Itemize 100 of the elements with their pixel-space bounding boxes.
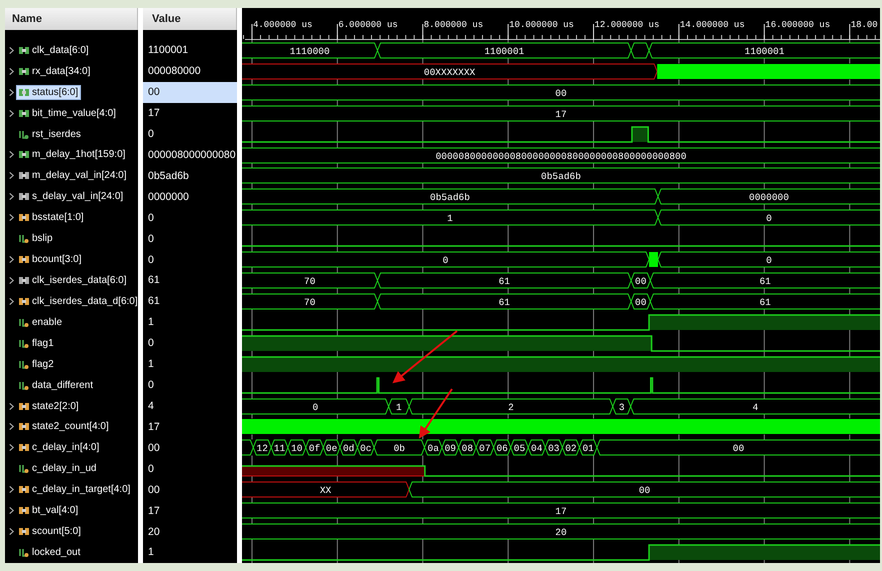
signal-value: 0: [147, 252, 155, 268]
wave-value: 00: [638, 485, 650, 496]
wave-value: 1: [396, 402, 402, 413]
wave-value: 70: [304, 296, 316, 308]
wave-value: 11: [274, 443, 286, 454]
signal-value: 0: [147, 462, 155, 477]
time-label: 8.000000 us: [424, 20, 484, 30]
signal-label: state2[2:0]: [32, 400, 79, 412]
wave-value: 2: [508, 402, 514, 413]
wave-value: 70: [304, 276, 316, 288]
signal-name[interactable]: data_different: [17, 378, 95, 392]
wave-value: XX: [320, 485, 332, 496]
signal-name[interactable]: m_delay_1hot[159:0]: [17, 148, 128, 162]
wave-value: 17: [555, 108, 567, 120]
wave-value: 0a: [428, 443, 439, 454]
signal-value: 0: [147, 210, 155, 226]
signal-value: 0: [147, 127, 155, 142]
wave-value: 61: [498, 296, 510, 308]
signal-name[interactable]: clk_data[6:0]: [17, 44, 91, 57]
signal-name[interactable]: flag1: [17, 336, 56, 350]
signal-value: 00: [147, 482, 161, 498]
signal-label: flag1: [32, 338, 54, 349]
signal-label: c_delay_in_ud: [32, 463, 96, 474]
signal-name[interactable]: clk_iserdes_data[6:0]: [17, 274, 129, 287]
signal-name[interactable]: bcount[3:0]: [17, 253, 84, 266]
wave-value: 08: [462, 443, 474, 454]
signal-label: enable: [32, 316, 62, 328]
signal-value: 000080000: [147, 64, 202, 80]
time-label: 4.000000 us: [253, 20, 312, 30]
time-label: 12.000000 us: [594, 20, 660, 30]
signal-value: 00: [143, 82, 237, 103]
signal-name[interactable]: bsstate[1:0]: [17, 211, 86, 224]
signal-value: 1: [147, 357, 155, 372]
wave-value: 00: [555, 88, 567, 99]
wave-value: 1: [447, 213, 453, 224]
signal-name[interactable]: bit_time_value[4:0]: [17, 106, 118, 120]
wave-value: 03: [548, 443, 560, 454]
signal-value: 0000000: [147, 190, 190, 205]
signal-name[interactable]: c_delay_in[4:0]: [17, 441, 102, 454]
signal-name[interactable]: locked_out: [17, 546, 82, 559]
signal-label: bit_time_value[4:0]: [32, 108, 116, 119]
signal-name[interactable]: scount[5:0]: [17, 525, 83, 538]
signal-value: 17: [147, 420, 161, 435]
wave-value: 00: [635, 276, 646, 288]
signal-label: clk_data[6:0]: [32, 44, 89, 56]
signal-name[interactable]: state2[2:0]: [17, 400, 81, 413]
signal-label: clk_iserdes_data[6:0]: [32, 274, 127, 286]
wave-value: 0d: [342, 443, 354, 454]
signal-label: bt_val[4:0]: [32, 505, 78, 516]
wave-value: 0: [766, 213, 772, 224]
signal-value: 0: [147, 336, 155, 352]
signal-label: status[6:0]: [32, 86, 78, 98]
wave-value: 0f: [308, 443, 320, 454]
value-column-header[interactable]: Value: [143, 8, 237, 30]
wave-value: 1100001: [744, 46, 784, 57]
wave-value: 4: [752, 402, 758, 413]
signal-name[interactable]: bt_val[4:0]: [17, 504, 80, 518]
wave-value: 04: [531, 443, 542, 454]
signal-value: 0: [147, 378, 155, 394]
signal-name[interactable]: rst_iserdes: [17, 128, 83, 141]
time-label: 16.000000 us: [765, 20, 830, 30]
signal-name[interactable]: flag2: [17, 358, 56, 371]
wave-value: 0b5ad6b: [430, 192, 470, 204]
signal-name[interactable]: state2_count[4:0]: [17, 420, 111, 434]
signal-label: data_different: [32, 380, 93, 391]
signal-name[interactable]: rx_data[34:0]: [17, 64, 92, 78]
wave-value: 00XXXXXXX: [424, 66, 476, 78]
wave-value: 05: [514, 443, 526, 454]
signal-name[interactable]: m_delay_val_in[24:0]: [17, 169, 129, 182]
signal-label: rx_data[34:0]: [32, 66, 90, 77]
signal-value: 0b5ad6b: [147, 168, 190, 184]
name-column-header[interactable]: Name: [5, 8, 138, 30]
wave-value: 17: [555, 506, 567, 518]
signal-label: flag2: [32, 358, 54, 370]
signal-name[interactable]: c_delay_in_ud: [17, 462, 98, 476]
signal-name[interactable]: enable: [17, 316, 64, 329]
signal-value: 4: [147, 399, 155, 414]
signal-value: 17: [147, 504, 161, 519]
signal-label: state2_count[4:0]: [32, 421, 109, 432]
signal-name[interactable]: bslip: [17, 232, 55, 246]
time-label: 10.000000 us: [509, 20, 574, 30]
signal-label: locked_out: [32, 546, 80, 558]
wave-value: 1110000: [290, 46, 330, 57]
signal-name[interactable]: s_delay_val_in[24:0]: [17, 190, 126, 204]
wave-value: 20: [555, 527, 567, 538]
wave-value: 00: [635, 296, 646, 308]
signal-label: c_delay_in[4:0]: [32, 442, 100, 454]
signal-label: bcount[3:0]: [32, 254, 82, 266]
wave-value: 07: [479, 443, 491, 454]
signal-value: 20: [147, 524, 161, 540]
wave-value: 1100001: [484, 46, 524, 57]
wave-value: 0b5ad6b: [541, 171, 581, 182]
wave-value: 61: [759, 296, 771, 308]
signal-label: c_delay_in_target[4:0]: [32, 484, 130, 496]
time-label: 14.000000 us: [680, 20, 745, 30]
signal-name[interactable]: c_delay_in_target[4:0]: [17, 483, 132, 496]
wave-value: 61: [759, 276, 771, 288]
signal-name[interactable]: status[6:0]: [17, 86, 80, 99]
signal-label: s_delay_val_in[24:0]: [32, 191, 124, 202]
signal-name[interactable]: clk_iserdes_data_d[6:0]: [17, 294, 140, 308]
